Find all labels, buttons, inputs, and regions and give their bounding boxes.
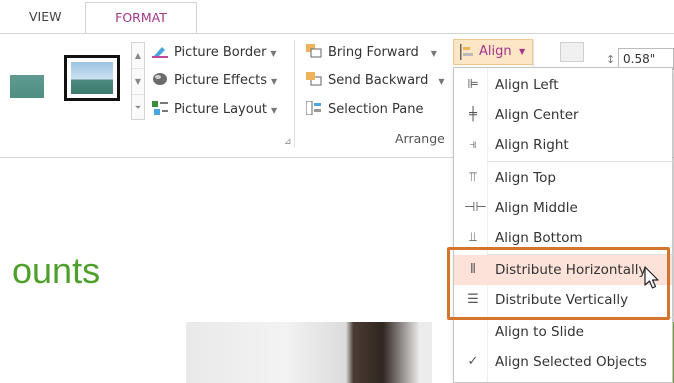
align-dropdown-menu: ⊫ Align Left ╪ Align Center ⫣ Align Righ… — [453, 67, 673, 383]
callout-highlight-box — [447, 247, 670, 320]
slide-heading: ounts — [12, 250, 101, 291]
height-icon: ↕ — [606, 53, 616, 66]
menu-item-label: Align Top — [495, 170, 556, 186]
bring-forward-label: Bring Forward — [328, 45, 419, 60]
gallery-scroll[interactable]: ▲ ▼ ⏷ — [131, 42, 145, 120]
picture-border-button[interactable]: Picture Border ▼ — [152, 41, 277, 65]
chevron-down-icon: ▼ — [430, 49, 437, 58]
align-button-label: Align — [479, 44, 512, 59]
picture-style-thumbnail-selected[interactable] — [64, 55, 120, 101]
gallery-more-icon[interactable]: ⏷ — [132, 95, 144, 120]
picture-effects-label: Picture Effects — [174, 73, 268, 88]
menu-item-label: Align Selected Objects — [495, 354, 647, 370]
chevron-down-icon: ▼ — [270, 49, 277, 58]
picture-style-thumbnail[interactable] — [10, 56, 44, 98]
send-backward-button[interactable]: Send Backward ▼ — [306, 69, 445, 93]
group-divider — [294, 40, 295, 148]
menu-item-label: Align Right — [495, 137, 569, 153]
layout-icon — [152, 100, 168, 115]
selection-pane-icon — [305, 100, 322, 116]
pen-icon — [152, 43, 168, 58]
chevron-down-icon: ▼ — [519, 47, 526, 56]
chevron-down-icon: ▼ — [271, 77, 278, 86]
slide-photo[interactable] — [186, 322, 432, 383]
gallery-down-icon[interactable]: ▼ — [132, 69, 144, 95]
menu-item-align-top[interactable]: ⫪ Align Top — [454, 163, 672, 193]
menu-item-label: Align Middle — [495, 200, 578, 216]
dialog-launcher-icon[interactable]: ⊿ — [284, 137, 292, 147]
picture-layout-label: Picture Layout — [174, 102, 268, 117]
align-middle-icon: ⊣⊢ — [464, 200, 487, 215]
send-backward-icon — [306, 71, 322, 86]
align-right-icon: ⫣ — [469, 137, 477, 152]
mouse-pointer-icon — [644, 266, 662, 290]
menu-item-align-selected-objects[interactable]: ✓ Align Selected Objects — [454, 347, 672, 377]
tab-view[interactable]: VIEW — [29, 9, 62, 24]
picture-layout-button[interactable]: Picture Layout ▼ — [152, 98, 277, 122]
align-left-icon — [460, 44, 474, 64]
picture-effects-button[interactable]: Picture Effects ▼ — [152, 69, 277, 93]
menu-item-align-left[interactable]: ⊫ Align Left — [454, 70, 672, 100]
align-left-icon: ⊫ — [467, 77, 479, 92]
menu-separator — [487, 161, 673, 162]
align-top-icon: ⫪ — [469, 170, 477, 185]
align-center-icon: ╪ — [469, 107, 477, 122]
menu-item-align-middle[interactable]: ⊣⊢ Align Middle — [454, 193, 672, 223]
menu-item-label: Align to Slide — [495, 324, 584, 340]
selection-pane-button[interactable]: Selection Pane — [305, 98, 424, 122]
menu-item-label: Align Center — [495, 107, 579, 123]
check-icon: ✓ — [467, 354, 479, 369]
tab-format[interactable]: FORMAT — [85, 2, 197, 34]
arrange-group-label: Arrange — [395, 131, 445, 146]
menu-item-align-center[interactable]: ╪ Align Center — [454, 100, 672, 130]
menu-item-label: Align Left — [495, 77, 559, 93]
menu-item-align-right[interactable]: ⫣ Align Right — [454, 130, 672, 160]
chevron-down-icon: ▼ — [271, 106, 278, 115]
send-backward-label: Send Backward — [328, 73, 429, 88]
bring-forward-button[interactable]: Bring Forward ▼ — [306, 41, 437, 65]
align-button[interactable]: Align ▼ — [453, 39, 533, 65]
gallery-up-icon[interactable]: ▲ — [132, 43, 144, 69]
chevron-down-icon: ▼ — [438, 77, 445, 86]
crop-icon[interactable] — [560, 42, 584, 62]
picture-border-label: Picture Border — [174, 45, 267, 60]
selection-pane-label: Selection Pane — [328, 102, 424, 117]
menu-item-align-to-slide[interactable]: Align to Slide — [454, 317, 672, 347]
effects-icon — [152, 71, 168, 85]
bring-forward-icon — [306, 43, 322, 58]
